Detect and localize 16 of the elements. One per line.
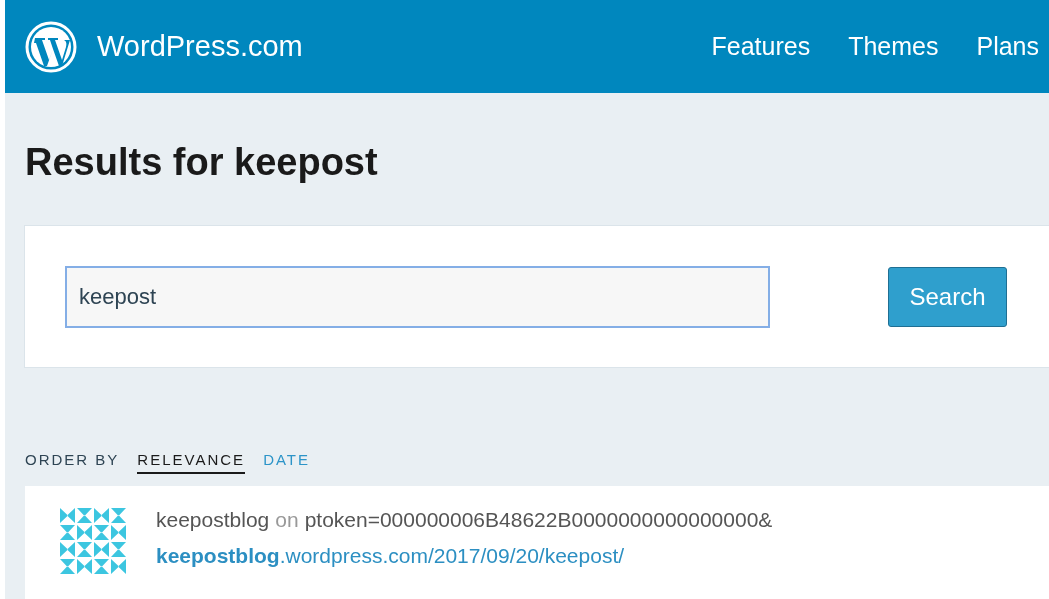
order-by-label: ORDER BY	[25, 451, 120, 468]
nav-link[interactable]: Features	[711, 32, 811, 61]
search-field[interactable]: keepost	[65, 265, 770, 328]
nav-link[interactable]: Themes	[848, 32, 939, 61]
wordpress-logo-icon	[25, 20, 77, 73]
connector-text: on	[275, 508, 299, 532]
pattern-avatar-icon	[60, 508, 128, 576]
page-title: Results for keepost	[24, 140, 379, 185]
nav-link[interactable]: Plans	[976, 32, 1039, 61]
site-name[interactable]: keepostblog	[156, 508, 270, 532]
sort-option[interactable]: RELEVANCE	[137, 451, 246, 474]
brand-name[interactable]: WordPress.com	[97, 30, 712, 63]
search-button[interactable]: Search	[888, 266, 1007, 327]
sort-option[interactable]: DATE	[263, 451, 311, 474]
post-title[interactable]: ptoken=000000006B48622B0000000000000000&	[304, 508, 773, 532]
post-link[interactable]: keepostblog.wordpress.com/2017/09/20/keepost/	[156, 544, 773, 568]
